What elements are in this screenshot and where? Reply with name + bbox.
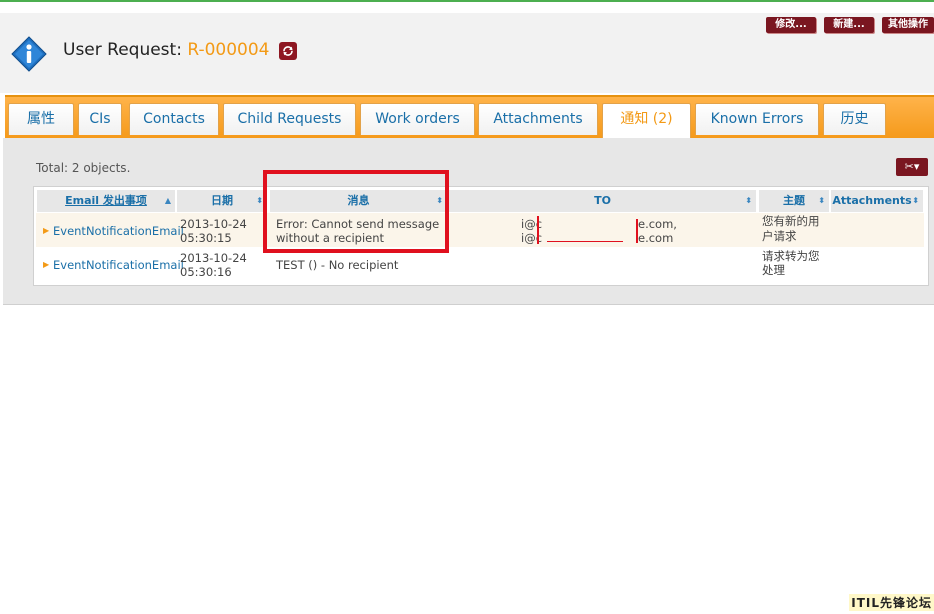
- total-count: Total: 2 objects.: [36, 161, 131, 175]
- tools-button[interactable]: ✂▾: [896, 158, 928, 176]
- modify-button[interactable]: 修改...: [766, 17, 816, 33]
- tab-bar: 属性 CIs Contacts Child Requests Work orde…: [5, 95, 934, 138]
- row-to-domain: e.com,: [638, 217, 677, 231]
- row-date: 2013-10-24: [180, 217, 247, 231]
- row-to-domain-cont: e.com: [638, 231, 674, 245]
- row-subject-cont: 户请求: [762, 229, 797, 243]
- sort-icon: ⬍: [745, 196, 752, 205]
- sort-icon: ⬍: [912, 196, 919, 205]
- tab-history[interactable]: 历史: [823, 103, 886, 135]
- request-ref: R-000004: [187, 40, 270, 60]
- tools-icon: ✂▾: [904, 160, 920, 173]
- tab-properties[interactable]: 属性: [8, 103, 74, 135]
- row-subject: 请求转为您: [762, 249, 820, 263]
- tab-cis[interactable]: CIs: [78, 103, 122, 135]
- row-expand-icon[interactable]: ▶: [43, 260, 49, 269]
- new-button[interactable]: 新建...: [824, 17, 874, 33]
- title-prefix: User Request:: [63, 40, 182, 60]
- refresh-icon[interactable]: [279, 42, 297, 60]
- sort-icon: ⬍: [818, 196, 825, 205]
- tab-attachments[interactable]: Attachments: [478, 103, 598, 135]
- row-time: 05:30:15: [180, 231, 232, 245]
- tab-work-orders[interactable]: Work orders: [360, 103, 475, 135]
- sort-icon: ⬍: [256, 196, 263, 205]
- row-date: 2013-10-24: [180, 251, 247, 265]
- column-header-email-item[interactable]: Email 发出事项 ▲: [37, 190, 175, 212]
- tab-contacts[interactable]: Contacts: [129, 103, 219, 135]
- row-type-link[interactable]: EventNotificationEmail: [53, 258, 184, 272]
- column-header-date[interactable]: 日期 ⬍: [177, 190, 267, 212]
- column-label: 日期: [211, 194, 233, 207]
- row-subject: 您有新的用: [762, 214, 820, 228]
- row-time: 05:30:16: [180, 265, 232, 279]
- row-type-link[interactable]: EventNotificationEmail: [53, 224, 184, 238]
- row-expand-icon[interactable]: ▶: [43, 226, 49, 235]
- column-label: TO: [594, 194, 611, 207]
- info-icon: [11, 36, 47, 72]
- column-header-subject[interactable]: 主题 ⬍: [759, 190, 829, 212]
- page-title: User Request: R-000004: [63, 40, 270, 60]
- watermark: ITIL先锋论坛: [849, 594, 934, 611]
- top-actions: 修改... 新建... 其他操作: [766, 17, 934, 33]
- column-header-to[interactable]: TO ⬍: [449, 190, 756, 212]
- sort-asc-icon: ▲: [164, 196, 171, 205]
- tab-known-errors[interactable]: Known Errors: [695, 103, 819, 135]
- other-actions-button[interactable]: 其他操作: [882, 17, 934, 33]
- tab-notifications[interactable]: 通知 (2): [602, 103, 691, 138]
- redaction-mark: [636, 219, 638, 243]
- column-header-attachments[interactable]: Attachments ⬍: [831, 190, 923, 212]
- column-label: 主题: [783, 194, 805, 207]
- column-label: Email 发出事项: [65, 194, 147, 207]
- row-message: TEST () - No recipient: [276, 258, 399, 272]
- tab-child-requests[interactable]: Child Requests: [223, 103, 356, 135]
- row-subject-cont: 处理: [762, 263, 785, 277]
- highlight-box: [263, 170, 449, 253]
- column-label: Attachments: [832, 194, 912, 207]
- redaction-mark: [537, 216, 539, 244]
- top-accent-line: [0, 0, 934, 2]
- redaction-line: [547, 241, 623, 242]
